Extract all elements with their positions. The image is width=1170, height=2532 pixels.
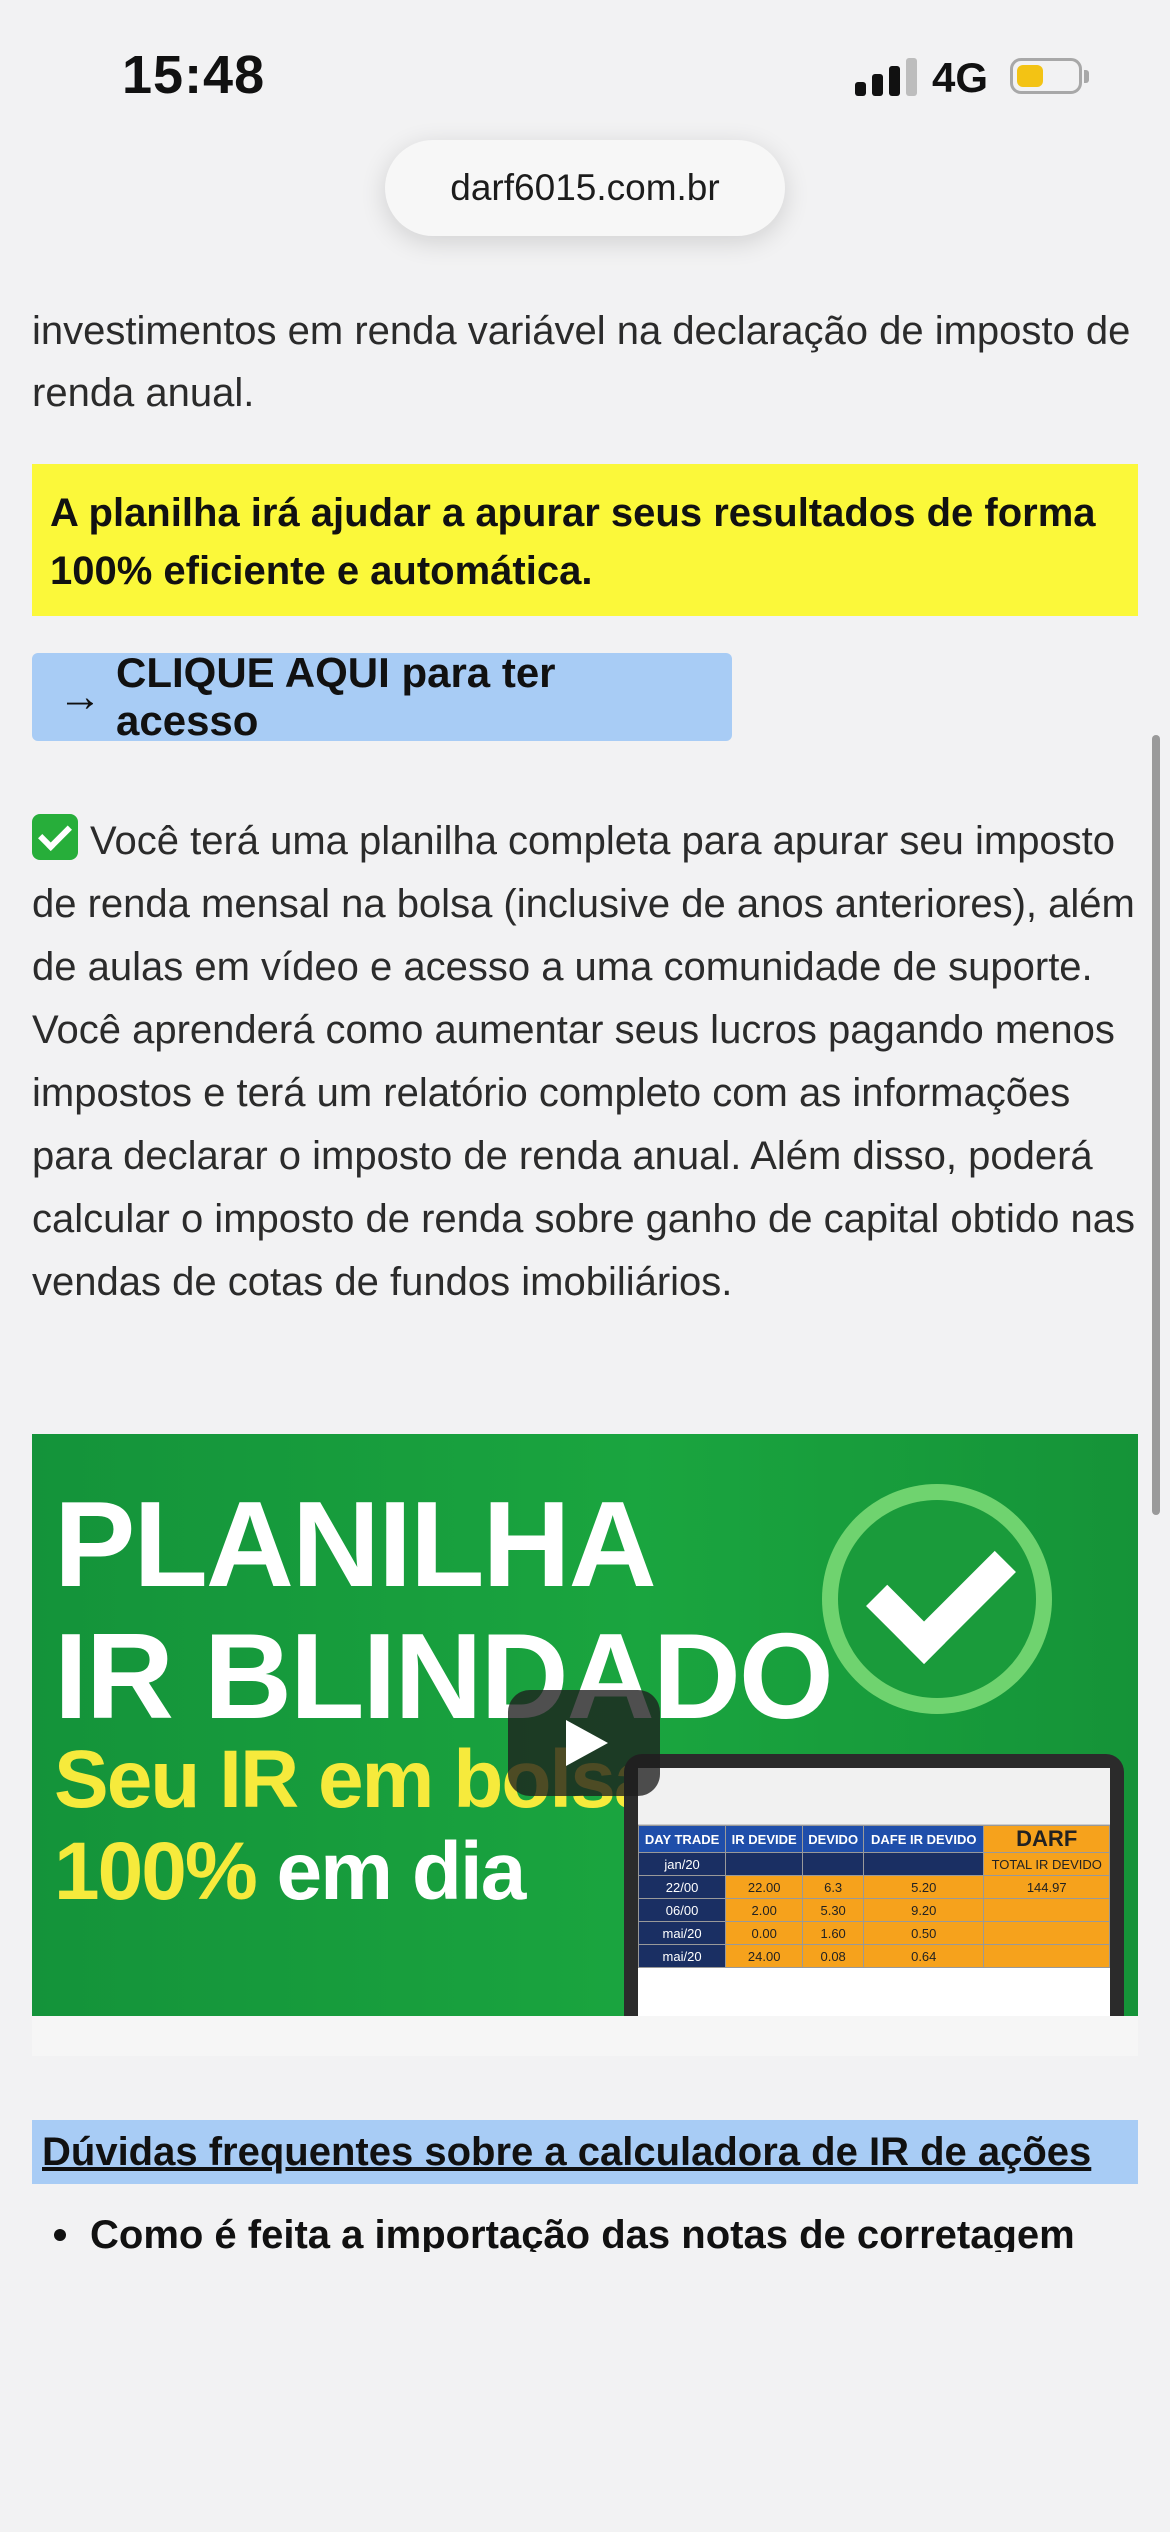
play-icon (566, 1720, 608, 1766)
faq-heading[interactable]: Dúvidas frequentes sobre a calculadora d… (32, 2120, 1138, 2184)
sheet-cell: 24.00 (725, 1944, 804, 1968)
highlight-box: A planilha irá ajudar a apurar seus resu… (32, 464, 1138, 616)
faq-list: Como é feita a importação das notas de c… (32, 2204, 1138, 2252)
sheet-cell (983, 1944, 1110, 1968)
sheet-cell: jan/20 (638, 1852, 727, 1876)
spreadsheet-preview: DAY TRADE IR DEVIDE DEVIDO DAFE IR DEVID… (638, 1768, 1110, 2056)
circle-check-icon (822, 1484, 1052, 1714)
video-title-line1: PLANILHA (54, 1476, 657, 1612)
spreadsheet-table: DAY TRADE IR DEVIDE DEVIDO DAFE IR DEVID… (638, 1825, 1110, 1968)
video-title-line2: IR BLINDADO (54, 1608, 834, 1744)
laptop-image: DAY TRADE IR DEVIDE DEVIDO DAFE IR DEVID… (624, 1754, 1124, 2056)
video-subtitle-suffix: em dia (276, 1826, 527, 1917)
sheet-header-cell: DAFE IR DEVIDO (863, 1825, 985, 1853)
sheet-header-cell: DEVIDO (802, 1825, 865, 1853)
sheet-cell: 5.30 (802, 1898, 865, 1922)
video-subtitle-percent: 100% (54, 1826, 258, 1917)
faq-item[interactable]: Como é feita a importação das notas de c… (54, 2204, 1075, 2252)
sheet-cell: 0.64 (863, 1944, 985, 1968)
sheet-cell: 5.20 (863, 1875, 985, 1899)
battery-icon (1010, 58, 1082, 94)
sheet-cell: mai/20 (638, 1944, 727, 1968)
play-button[interactable] (508, 1690, 660, 1796)
cellular-signal-icon (855, 58, 917, 96)
address-bar[interactable]: darf6015.com.br (385, 140, 785, 236)
sheet-cell: mai/20 (638, 1921, 727, 1945)
cta-label: CLIQUE AQUI para ter acesso (116, 649, 556, 744)
scrollbar[interactable] (1152, 735, 1160, 1515)
sheet-cell: 6.3 (802, 1875, 865, 1899)
network-type: 4G (932, 54, 989, 101)
sheet-cell (725, 1852, 804, 1876)
video-title: PLANILHA IR BLINDADO (54, 1476, 834, 1744)
video-subtitle-line2: 100% em dia (54, 1826, 657, 1918)
battery-tip (1084, 70, 1089, 83)
clock: 15:48 (122, 45, 266, 105)
sheet-cell: 0.00 (725, 1921, 804, 1945)
description-text: Você terá uma planilha completa para apu… (32, 819, 1135, 1304)
sheet-cell: 0.08 (802, 1944, 865, 1968)
sheet-cell: 0.50 (863, 1921, 985, 1945)
video-embed[interactable]: PLANILHA IR BLINDADO Seu IR em bolsa 100… (32, 1434, 1138, 2056)
sheet-cell (983, 1898, 1110, 1922)
sheet-cell (983, 1921, 1110, 1945)
sheet-cell: 2.00 (725, 1898, 804, 1922)
sheet-cell: 22/00 (638, 1875, 727, 1899)
sheet-cell: 9.20 (863, 1898, 985, 1922)
sheet-cell: 1.60 (802, 1921, 865, 1945)
check-mark-icon (32, 814, 78, 860)
sheet-cell: 22.00 (725, 1875, 804, 1899)
sheet-cell (802, 1852, 865, 1876)
description-paragraph: Você terá uma planilha completa para apu… (32, 810, 1138, 1314)
arrow-right-icon: → (58, 672, 102, 721)
sheet-cell: 144.97 (983, 1875, 1110, 1899)
sheet-cell: 06/00 (638, 1898, 727, 1922)
sheet-cell (863, 1852, 985, 1876)
video-bottom-strip (32, 2016, 1138, 2056)
sheet-total-label: TOTAL IR DEVIDO (983, 1852, 1110, 1876)
sheet-header-cell: IR DEVIDE (725, 1825, 804, 1853)
intro-paragraph: investimentos em renda variável na decla… (32, 309, 1131, 415)
status-bar: 15:48 4G (0, 0, 1170, 140)
sheet-darf-header: DARF (983, 1825, 1110, 1853)
spreadsheet-ribbon (638, 1768, 1110, 1825)
access-link-button[interactable]: → CLIQUE AQUI para ter acesso (32, 649, 732, 744)
sheet-header-cell: DAY TRADE (638, 1825, 727, 1853)
